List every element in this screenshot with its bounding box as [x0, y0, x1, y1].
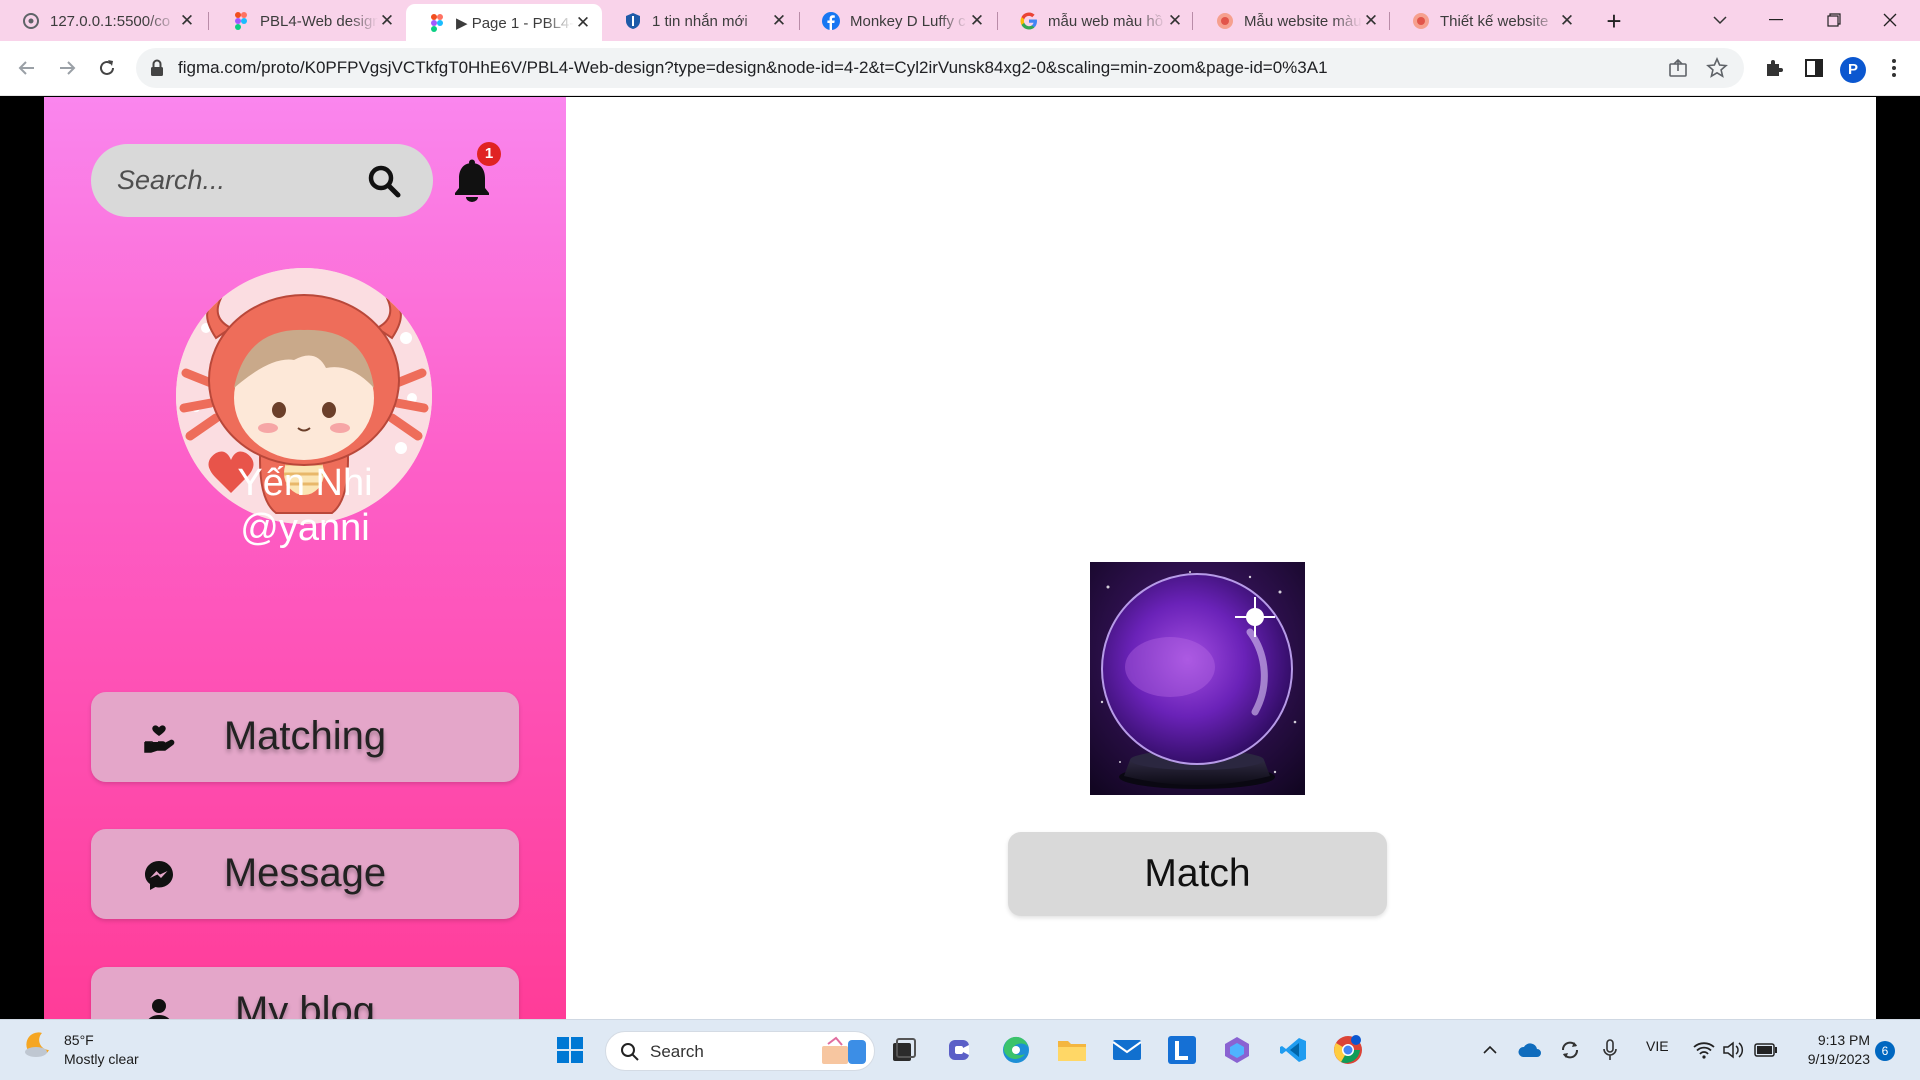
language-indicator[interactable]: VIE [1646, 1038, 1669, 1054]
close-tab-icon[interactable]: ✕ [1558, 12, 1576, 30]
nav-label: Matching [223, 714, 387, 758]
clock[interactable]: 9:13 PM 9/19/2023 [1790, 1031, 1870, 1069]
tab-title: Mẫu website màu [1244, 12, 1362, 30]
browser-tab-strip: 127.0.0.1:5500/co ✕ PBL4-Web design ✕ ▶ … [0, 0, 1920, 41]
tab-facebook[interactable]: Monkey D Luffy c ✕ [800, 2, 996, 40]
crystal-ball-icon [1090, 562, 1305, 795]
sidebar: 1 [44, 97, 566, 1019]
notification-badge: 1 [477, 142, 501, 166]
tab-pink-website[interactable]: Mẫu website màu ✕ [1194, 2, 1390, 40]
windows-taskbar: 85°F Mostly clear Search VIE 9:13 PM 9/1… [0, 1019, 1920, 1080]
nav-matching-button[interactable]: Matching [91, 692, 519, 782]
weather-temperature: 85°F [64, 1032, 94, 1048]
onedrive-icon[interactable] [1512, 1032, 1548, 1068]
new-tab-button[interactable]: + [1599, 6, 1629, 36]
reload-icon[interactable] [91, 52, 123, 84]
back-arrow-icon[interactable] [11, 52, 43, 84]
nav-my-blog-button[interactable]: My blog [91, 967, 519, 1019]
teams-icon[interactable] [943, 1032, 979, 1068]
search-highlight-icon [822, 1036, 866, 1064]
notification-center-badge[interactable]: 6 [1875, 1041, 1895, 1061]
bookmark-star-icon[interactable] [1706, 56, 1728, 84]
minimize-button[interactable] [1748, 0, 1804, 40]
clock-time: 9:13 PM [1817, 1032, 1870, 1048]
tab-title: ▶ Page 1 - PBL4- [456, 14, 574, 32]
search-icon [621, 1043, 639, 1061]
sync-icon[interactable] [1552, 1032, 1588, 1068]
user-handle: @yanni [240, 507, 370, 549]
close-tab-icon[interactable]: ✕ [968, 12, 986, 30]
side-panel-icon[interactable] [1800, 54, 1828, 82]
tab-title: Thiết kế website [1440, 12, 1549, 30]
clock-date: 9/19/2023 [1807, 1051, 1870, 1067]
browser-toolbar: figma.com/proto/K0PFPVgsjVCTkfgT0HhE6V/P… [0, 41, 1920, 96]
lock-icon[interactable] [150, 59, 164, 82]
battery-icon[interactable] [1748, 1032, 1784, 1068]
search-icon[interactable] [367, 164, 401, 203]
search-input[interactable] [117, 160, 347, 200]
facebook-icon [822, 12, 840, 30]
search-box[interactable] [91, 144, 433, 217]
browser-menu-icon[interactable] [1880, 54, 1908, 82]
microphone-icon[interactable] [1592, 1032, 1628, 1068]
weather-condition: Mostly clear [64, 1051, 139, 1067]
main-content: Match [566, 97, 1876, 1019]
figma-icon [232, 12, 250, 30]
globe-icon [22, 12, 40, 30]
tab-title: 127.0.0.1:5500/co [50, 12, 171, 30]
tab-messages[interactable]: 1 tin nhắn mới ✕ [602, 2, 798, 40]
close-tab-icon[interactable]: ✕ [1166, 12, 1184, 30]
user-name: Yến Nhi [237, 462, 373, 504]
volume-icon[interactable] [1716, 1032, 1752, 1068]
address-bar[interactable]: figma.com/proto/K0PFPVgsjVCTkfgT0HhE6V/P… [136, 48, 1744, 88]
mail-icon[interactable] [1109, 1032, 1145, 1068]
close-tab-icon[interactable]: ✕ [770, 12, 788, 30]
copilot-icon[interactable] [1219, 1032, 1255, 1068]
chrome-icon[interactable] [1330, 1032, 1366, 1068]
google-icon [1020, 12, 1038, 30]
close-tab-icon[interactable]: ✕ [378, 12, 396, 30]
task-view-icon[interactable] [886, 1032, 922, 1068]
shield-icon [624, 12, 642, 30]
share-icon[interactable] [1668, 58, 1688, 83]
tab-figma-prototype[interactable]: ▶ Page 1 - PBL4- ✕ [406, 4, 602, 41]
weather-widget[interactable]: 85°F Mostly clear [22, 1030, 139, 1067]
vscode-icon[interactable] [1275, 1032, 1311, 1068]
forward-arrow-icon[interactable] [51, 52, 83, 84]
taskbar-search[interactable]: Search [605, 1031, 875, 1071]
file-explorer-icon[interactable] [1054, 1032, 1090, 1068]
nav-message-button[interactable]: Message [91, 829, 519, 919]
nav-label: My blog [234, 989, 376, 1019]
profile-avatar[interactable]: P [1840, 57, 1866, 83]
nav-label: Message [223, 851, 387, 895]
extensions-icon[interactable] [1760, 54, 1788, 82]
match-button[interactable]: Match [1008, 832, 1387, 916]
tab-title: mẫu web màu hồ [1048, 12, 1164, 30]
tab-google-search[interactable]: mẫu web màu hồ ✕ [998, 2, 1194, 40]
tab-title: PBL4-Web design [260, 12, 378, 30]
tab-localhost[interactable]: 127.0.0.1:5500/co ✕ [0, 2, 206, 40]
tab-figma-design[interactable]: PBL4-Web design ✕ [210, 2, 406, 40]
close-window-button[interactable] [1862, 0, 1918, 40]
tab-search-chevron-icon[interactable] [1692, 0, 1748, 40]
windows-start-icon[interactable] [552, 1032, 588, 1068]
tab-title: 1 tin nhắn mới [652, 12, 748, 30]
l-app-icon[interactable] [1164, 1032, 1200, 1068]
close-tab-icon[interactable]: ✕ [1362, 12, 1380, 30]
taskbar-search-label: Search [650, 1042, 704, 1061]
close-tab-icon[interactable]: ✕ [178, 12, 196, 30]
show-hidden-icons-chevron-icon[interactable] [1472, 1032, 1508, 1068]
moon-icon [25, 1032, 49, 1057]
prototype-viewport: 1 [0, 97, 1920, 1019]
edge-icon[interactable] [998, 1032, 1034, 1068]
site-icon [1412, 12, 1430, 30]
restore-button[interactable] [1806, 0, 1862, 40]
figma-icon [428, 13, 446, 32]
close-tab-icon[interactable]: ✕ [574, 13, 592, 32]
site-icon [1216, 12, 1234, 30]
tab-title: Monkey D Luffy c [850, 12, 966, 30]
tab-web-design[interactable]: Thiết kế website ✕ [1390, 2, 1586, 40]
url-text: figma.com/proto/K0PFPVgsjVCTkfgT0HhE6V/P… [178, 58, 1328, 77]
